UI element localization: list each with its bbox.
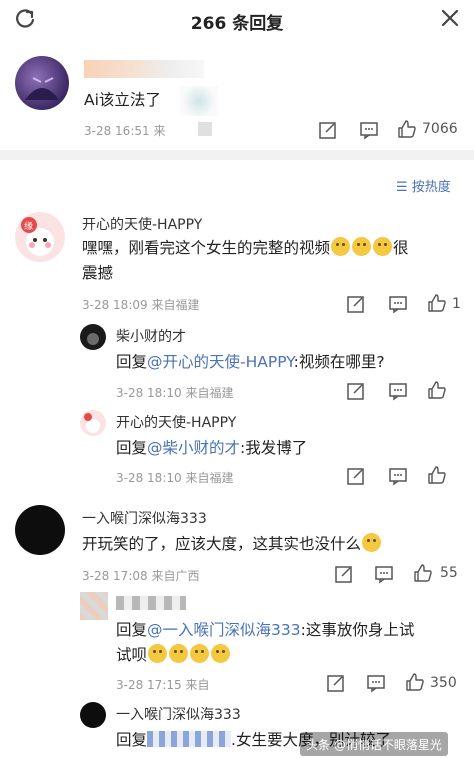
close-icon[interactable] (440, 8, 460, 28)
comment-icon[interactable] (388, 294, 408, 314)
sort-by-hot-button[interactable]: ☰ 按热度 (396, 176, 451, 195)
repost-icon[interactable] (346, 381, 366, 401)
avatar[interactable] (15, 505, 65, 555)
comment-icon[interactable] (359, 120, 379, 140)
like-icon[interactable] (397, 119, 417, 139)
like-count: 7066 (422, 121, 458, 137)
post-text: Ai该立法了 (84, 91, 161, 109)
repost-icon[interactable] (334, 564, 354, 584)
avatar[interactable] (15, 56, 69, 110)
page-title: 266 条回复 (190, 14, 284, 34)
sort-icon: ☰ (396, 180, 408, 195)
reply-time: 3-28 18:10 (116, 471, 182, 485)
reply-body: :这事放你身上试 (300, 621, 415, 639)
like-icon[interactable] (427, 465, 447, 485)
blurred-username (116, 596, 186, 610)
repost-icon[interactable] (346, 466, 366, 486)
post-meta: 3-28 16:51 来 (84, 122, 165, 139)
comment-body: 开玩笑的了，应该大度，这其实也没什么 (82, 535, 362, 553)
reply-time: 3-28 17:15 (116, 678, 182, 692)
comment-icon[interactable] (374, 564, 394, 584)
reply-meta: 3-28 18:10 来自福建 (116, 384, 233, 401)
blurred-avatar (80, 592, 108, 620)
repost-icon[interactable] (326, 673, 346, 693)
comment-text-line1: 嘿嘿，刚看完这个女生的完整的视频 (82, 239, 331, 257)
comment-icon[interactable] (388, 381, 408, 401)
sort-label: 按热度 (411, 180, 451, 195)
reply-prefix: 回复 (116, 439, 148, 457)
watermark: 头条 @悄悄话不眼落星光 (300, 732, 448, 756)
reply-source: 来自福建 (185, 471, 234, 485)
comment-text-line2: 震撼 (82, 264, 114, 282)
blurred-source (198, 122, 212, 136)
mention-link[interactable]: @一入喉门深似海333 (147, 621, 301, 639)
repost-icon[interactable] (318, 120, 338, 140)
blurred-mention (147, 731, 232, 747)
like-icon[interactable] (413, 563, 433, 583)
post-source: 来 (153, 124, 166, 138)
header-bar: 266 条回复 (0, 0, 474, 40)
reply-source: 来自福建 (185, 386, 234, 400)
reply-body: :我发博了 (240, 439, 308, 457)
comment-source: 来自广西 (151, 569, 200, 583)
like-icon[interactable] (405, 672, 425, 692)
reply-prefix: 回复 (116, 731, 148, 749)
sad-emoji-icon (211, 644, 231, 663)
post-time: 3-28 16:51 (84, 124, 150, 138)
avatar[interactable]: 缘 (15, 212, 65, 262)
comment-time: 3-28 18:09 (82, 298, 148, 312)
sad-emoji-icon (190, 644, 210, 663)
comment-text: 嘿嘿，刚看完这个女生的完整的视频 很 震撼 (82, 236, 462, 286)
reply-meta: 3-28 18:10 来自福建 (116, 469, 233, 486)
comment-icon[interactable] (366, 673, 386, 693)
reply-author[interactable]: 柴小财的才 (116, 326, 186, 346)
dog-emoji-icon (373, 237, 393, 256)
reply-text: 回复@一入喉门深似海333:这事放你身上试 试呗 (116, 618, 466, 668)
mention-link[interactable]: @柴小财的才 (147, 439, 240, 457)
repost-icon[interactable] (346, 294, 366, 314)
reply-meta: 3-28 17:15 来自 (116, 676, 209, 693)
like-count: 55 (440, 565, 458, 581)
reply-author[interactable]: 开心的天使-HAPPY (116, 412, 236, 432)
svg-text:缘: 缘 (24, 220, 33, 232)
reply-source: 来自 (185, 678, 210, 692)
like-count: 1 (452, 296, 461, 312)
reply-author[interactable]: 一入喉门深似海333 (116, 704, 241, 724)
reply-body-line2: 试呗 (116, 646, 148, 664)
section-divider (0, 150, 474, 160)
reply-text: 回复@开心的天使-HAPPY:视频在哪里? (116, 350, 385, 375)
avatar[interactable] (80, 410, 106, 436)
reply-body: :视频在哪里? (293, 353, 385, 371)
mention-link[interactable]: @开心的天使-HAPPY (147, 353, 294, 371)
sad-emoji-icon (169, 644, 189, 663)
like-icon[interactable] (427, 293, 447, 313)
comment-text: 开玩笑的了，应该大度，这其实也没什么 (82, 532, 382, 557)
sad-emoji-icon (148, 644, 168, 663)
comment-time: 3-28 17:08 (82, 569, 148, 583)
reply-text: 回复@柴小财的才:我发博了 (116, 436, 307, 461)
comment-text-line2-suffix: 很 (393, 239, 409, 257)
avatar[interactable] (80, 702, 106, 728)
reply-time: 3-28 18:10 (116, 386, 182, 400)
comment-author[interactable]: 开心的天使-HAPPY (82, 214, 202, 234)
dog-emoji-icon (352, 237, 372, 256)
comment-meta: 3-28 18:09 来自福建 (82, 296, 199, 313)
blurred-username (84, 60, 204, 78)
grin-emoji-icon (362, 533, 382, 552)
comment-source: 来自福建 (151, 298, 200, 312)
comment-author[interactable]: 一入喉门深似海333 (82, 508, 207, 528)
sticker (180, 86, 218, 116)
comment-icon[interactable] (388, 466, 408, 486)
like-count: 350 (430, 675, 457, 691)
reply-prefix: 回复 (116, 353, 148, 371)
like-icon[interactable] (427, 380, 447, 400)
avatar[interactable] (80, 324, 106, 350)
comment-meta: 3-28 17:08 来自广西 (82, 567, 199, 584)
dog-emoji-icon (331, 237, 351, 256)
reply-prefix: 回复 (116, 621, 148, 639)
